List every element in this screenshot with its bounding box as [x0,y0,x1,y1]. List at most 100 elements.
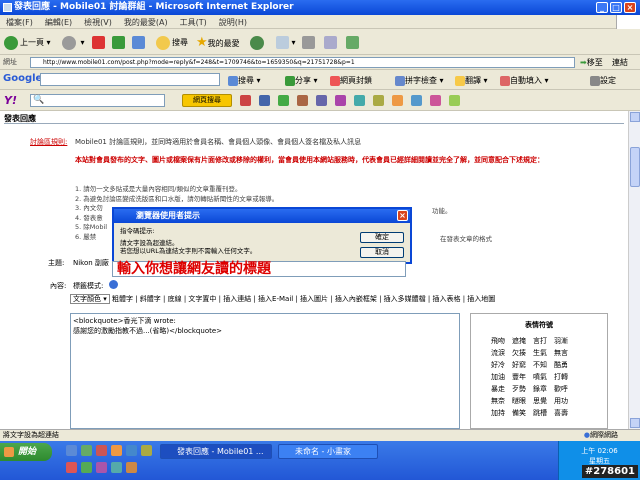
emoticon-item[interactable]: 無言 [554,349,568,357]
google-share-button[interactable]: 分享 ▾ [285,72,318,89]
subject-value[interactable]: Nikon 副廠 [73,258,109,268]
emoticon-item[interactable]: 欠揍 [512,349,526,357]
messenger-button[interactable] [346,34,359,51]
ql-desktop-icon[interactable] [81,445,92,456]
emoticon-item[interactable]: 歹勢 [512,385,526,393]
google-search-button[interactable]: 搜尋 ▾ [228,72,261,89]
favorites-button[interactable]: ★我的最愛 [196,34,240,51]
window-titlebar[interactable]: 發表回應 - Mobile01 討論群組 - Microsoft Interne… [0,0,640,15]
emoticon-item[interactable]: 暴走 [491,385,505,393]
emoticon-item[interactable]: 瞇眼 [512,397,526,405]
yahoo-search-input[interactable]: 🔍 [30,94,165,107]
message-editor[interactable]: <blockquote>香光下滴 wrote: 感謝您的激勵指教不過...(省略… [70,313,460,429]
format-bold[interactable]: 粗體字 [112,295,133,303]
ql-app-icon[interactable] [126,445,137,456]
ql-ie-icon[interactable] [66,445,77,456]
yahoo-weather-icon[interactable] [373,95,384,106]
start-button[interactable]: 開始 [0,443,52,461]
task-paint[interactable]: 未命名 - 小畫家 [278,444,378,459]
emoticon-item[interactable]: 不知 [533,361,547,369]
emoticon-item[interactable]: 好窮 [512,361,526,369]
yahoo-movie-icon[interactable] [335,95,346,106]
yahoo-mail-icon[interactable] [240,95,251,106]
yahoo-blog-icon[interactable] [411,95,422,106]
format-underline[interactable]: 底線 [168,295,182,303]
insert-image[interactable]: 插入圖片 [300,295,328,303]
emoticon-item[interactable]: 錄章 [533,385,547,393]
ql-app-icon[interactable] [111,462,122,473]
forward-button[interactable]: ▾ [62,34,85,51]
google-search-input[interactable] [40,73,220,86]
search-button[interactable]: 搜尋 [156,34,188,51]
format-center[interactable]: 文字置中 [188,295,216,303]
format-italic[interactable]: 斜體字 [140,295,161,303]
insert-email[interactable]: 插入E-Mail [258,295,293,303]
yahoo-search-button[interactable]: 網頁搜尋 [182,94,232,107]
google-autofill[interactable]: 自動填入 ▾ [500,72,549,89]
emoticon-item[interactable]: 流淚 [491,349,505,357]
yahoo-news-icon[interactable] [259,95,270,106]
yahoo-shop-icon[interactable] [297,95,308,106]
ql-media-icon[interactable] [96,445,107,456]
google-translate[interactable]: 翻譯 ▾ [455,72,488,89]
menu-help[interactable]: 說明(H) [213,15,253,30]
emoticon-item[interactable]: 無奈 [491,397,505,405]
yahoo-travel-icon[interactable] [354,95,365,106]
google-spellcheck[interactable]: 拼字檢查 ▾ [395,72,444,89]
scroll-down-icon[interactable] [630,418,640,428]
emoticon-item[interactable]: 跳槽 [533,409,547,417]
emoticon-item[interactable]: 噴氣 [533,373,547,381]
scroll-thumb[interactable] [630,147,640,187]
insert-iframe[interactable]: 插入內嵌框架 [335,295,377,303]
ql-app-icon[interactable] [141,445,152,456]
emoticon-item[interactable]: 加油 [491,373,505,381]
emoticon-item[interactable]: 生氣 [533,349,547,357]
google-popup-block[interactable]: 網頁封鎖 [330,72,372,89]
ql-app-icon[interactable] [111,445,122,456]
print-button[interactable] [302,34,315,51]
dialog-cancel-button[interactable]: 取消 [360,247,404,258]
ql-app-icon[interactable] [66,462,77,473]
vertical-scrollbar[interactable] [628,111,640,429]
yahoo-photo-icon[interactable] [430,95,441,106]
emoticon-item[interactable]: 飛吻 [491,337,505,345]
task-ie[interactable]: 發表回應 - Mobile01 ... [160,444,272,459]
emoticon-item[interactable]: 歡呼 [554,385,568,393]
ql-app-icon[interactable] [81,462,92,473]
go-button[interactable]: ➡移至 [580,57,603,68]
scroll-up-icon[interactable] [630,112,640,122]
stop-button[interactable] [92,34,105,51]
links-button[interactable]: 連結 [612,57,628,68]
dialog-close-button[interactable]: × [397,210,408,221]
emoticon-item[interactable]: 羽漸 [554,337,568,345]
home-button[interactable] [132,34,145,51]
yahoo-answers-icon[interactable] [392,95,403,106]
help-icon[interactable] [109,280,118,289]
minimize-button[interactable]: _ [596,2,608,13]
insert-link[interactable]: 插入連結 [223,295,251,303]
emoticon-item[interactable]: 備笑 [512,409,526,417]
emoticon-item[interactable]: 酷勇 [554,361,568,369]
back-button[interactable]: 上一頁 ▾ [4,34,51,51]
menu-edit[interactable]: 編輯(E) [39,15,78,30]
maximize-button[interactable]: □ [610,2,622,13]
close-button[interactable]: × [624,2,636,13]
emoticon-item[interactable]: 遮掩 [512,337,526,345]
mail-button[interactable]: ▾ [276,34,296,51]
emoticon-item[interactable]: 打轉 [554,373,568,381]
emoticon-item[interactable]: 豐年 [512,373,526,381]
insert-map[interactable]: 插入地圖 [467,295,495,303]
menu-view[interactable]: 檢視(V) [78,15,118,30]
menu-file[interactable]: 檔案(F) [0,15,39,30]
edit-button[interactable] [324,34,337,51]
rules-label[interactable]: 討論區規則: [30,137,67,147]
ql-app-icon[interactable] [96,462,107,473]
yahoo-music-icon[interactable] [316,95,327,106]
clock-time[interactable]: 上午 02:06 [559,446,640,456]
yahoo-finance-icon[interactable] [278,95,289,106]
emoticon-item[interactable]: 言打 [533,337,547,345]
menu-tools[interactable]: 工具(T) [174,15,213,30]
history-button[interactable] [250,34,266,51]
emoticon-item[interactable]: 用功 [554,397,568,405]
emoticon-item[interactable]: 喜壽 [554,409,568,417]
